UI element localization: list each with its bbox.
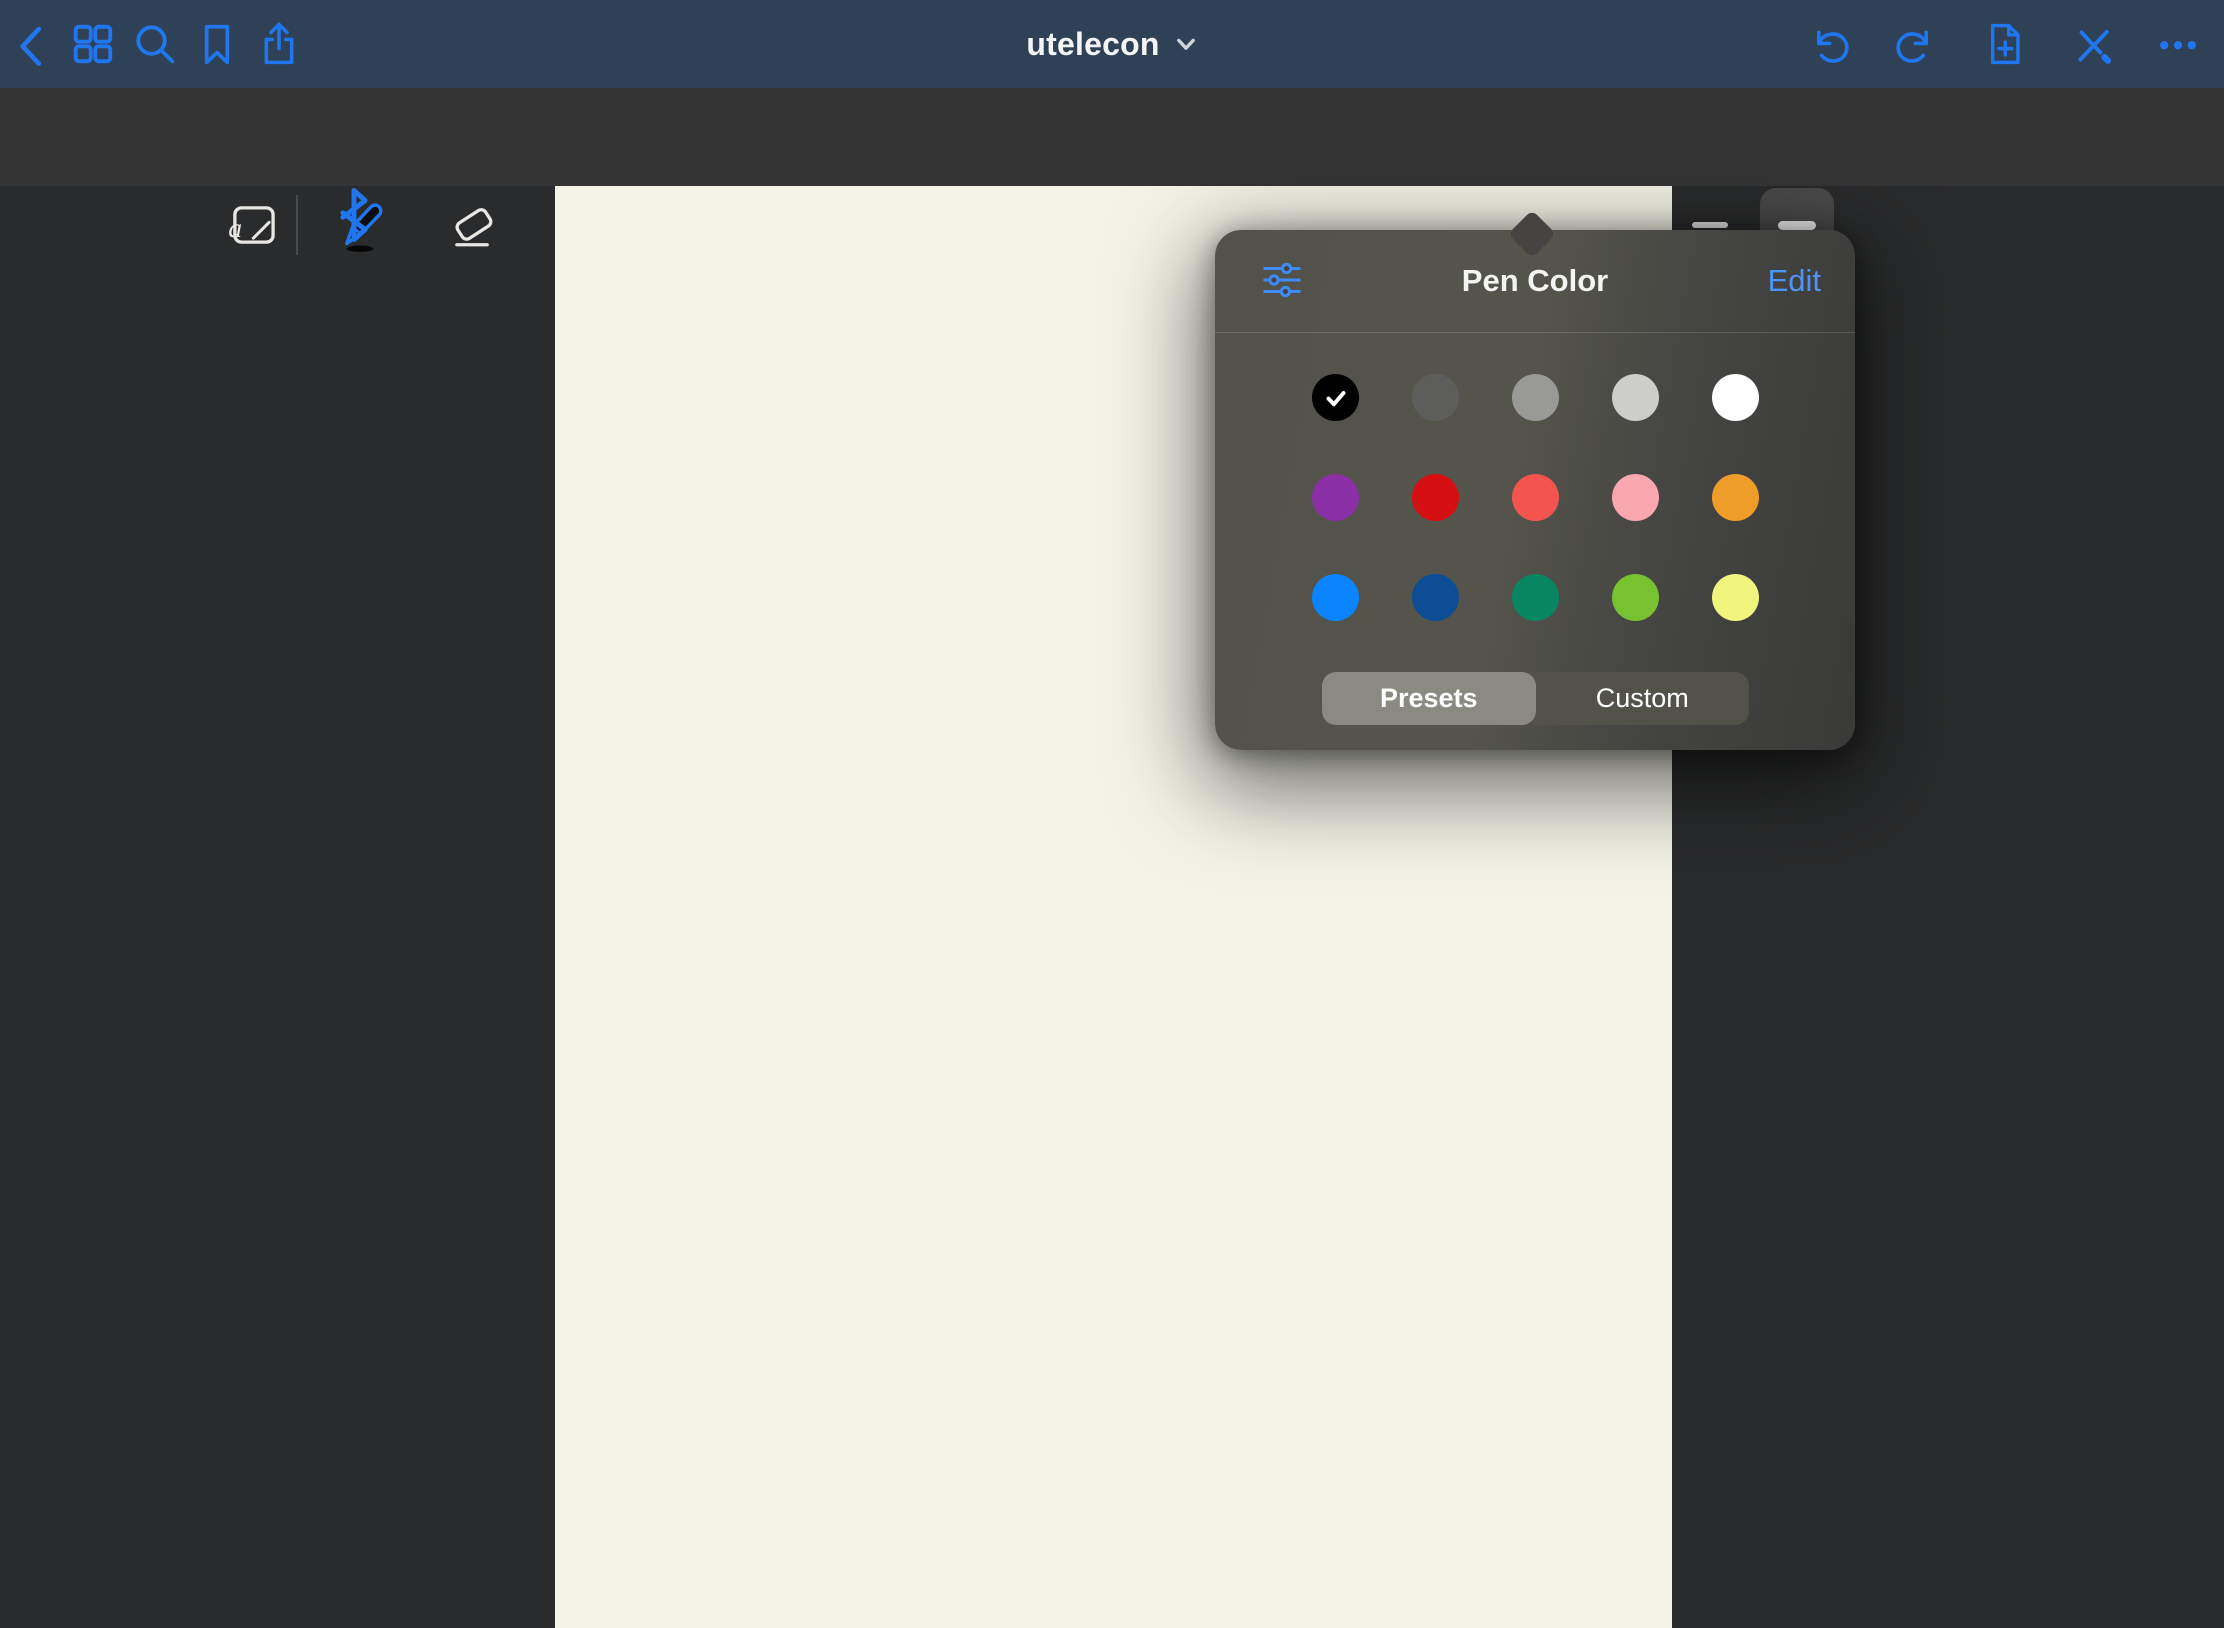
top-navigation-bar: utelecon xyxy=(0,0,2224,88)
toolbar-divider xyxy=(296,195,298,255)
share-icon xyxy=(256,21,302,67)
color-swatch[interactable] xyxy=(1512,574,1559,621)
search-icon xyxy=(132,21,178,67)
undo-icon xyxy=(1805,21,1851,67)
check-icon xyxy=(1321,383,1351,413)
redo-button[interactable] xyxy=(1894,21,1940,67)
sliders-icon xyxy=(1259,257,1305,303)
color-swatch[interactable] xyxy=(1412,574,1459,621)
color-swatch[interactable] xyxy=(1312,474,1359,521)
presets-custom-segmented-control: Presets Custom xyxy=(1322,672,1749,725)
pen-tool-button[interactable] xyxy=(331,196,389,254)
tab-presets[interactable]: Presets xyxy=(1322,672,1536,725)
popover-title: Pen Color xyxy=(1215,263,1855,299)
color-swatch[interactable] xyxy=(1612,374,1659,421)
bookmark-icon xyxy=(194,21,240,67)
title-area: utelecon xyxy=(0,0,2224,88)
stroke-thick-preview xyxy=(1778,221,1816,230)
stroke-medium-preview xyxy=(1692,222,1728,228)
add-page-icon xyxy=(1980,21,2026,67)
popover-header: Pen Color Edit xyxy=(1215,230,1855,333)
more-button[interactable] xyxy=(2155,21,2201,67)
pen-color-popover: Pen Color Edit Presets Custom xyxy=(1215,230,1855,750)
undo-button[interactable] xyxy=(1805,21,1851,67)
share-button[interactable] xyxy=(256,21,302,67)
bookmark-button[interactable] xyxy=(194,21,240,67)
pen-settings-button[interactable] xyxy=(1259,257,1305,306)
edit-button[interactable]: Edit xyxy=(1768,263,1821,299)
color-swatch[interactable] xyxy=(1512,474,1559,521)
stop-annotating-button[interactable] xyxy=(2070,21,2116,67)
more-icon xyxy=(2155,21,2201,67)
color-swatch[interactable] xyxy=(1312,374,1359,421)
document-title-label: utelecon xyxy=(1026,26,1159,63)
tab-custom[interactable]: Custom xyxy=(1536,672,1750,725)
eraser-icon xyxy=(445,196,503,254)
color-swatch[interactable] xyxy=(1612,574,1659,621)
color-swatch[interactable] xyxy=(1712,574,1759,621)
back-icon xyxy=(10,21,56,67)
eraser-tool-button[interactable] xyxy=(445,196,503,254)
color-swatch[interactable] xyxy=(1512,374,1559,421)
handwriting-panel-icon: a xyxy=(223,196,281,254)
back-button[interactable] xyxy=(10,21,56,67)
color-swatch[interactable] xyxy=(1312,574,1359,621)
chevron-down-icon xyxy=(1174,32,1198,56)
color-swatch[interactable] xyxy=(1712,474,1759,521)
color-swatch-grid xyxy=(1312,374,1759,621)
redo-icon xyxy=(1894,21,1940,67)
svg-text:a: a xyxy=(228,212,242,243)
documents-grid-button[interactable] xyxy=(70,21,116,67)
handwriting-panel-button[interactable]: a xyxy=(223,196,281,254)
bluetooth-icon xyxy=(325,186,383,244)
color-swatch[interactable] xyxy=(1712,374,1759,421)
app-grid-icon xyxy=(70,21,116,67)
pen-cross-icon xyxy=(2070,21,2116,67)
add-page-button[interactable] xyxy=(1980,21,2026,67)
color-swatch[interactable] xyxy=(1412,374,1459,421)
tools-toolbar: a xyxy=(0,88,2224,186)
search-button[interactable] xyxy=(132,21,178,67)
color-swatch[interactable] xyxy=(1412,474,1459,521)
color-swatch[interactable] xyxy=(1612,474,1659,521)
document-title[interactable]: utelecon xyxy=(1026,26,1197,63)
